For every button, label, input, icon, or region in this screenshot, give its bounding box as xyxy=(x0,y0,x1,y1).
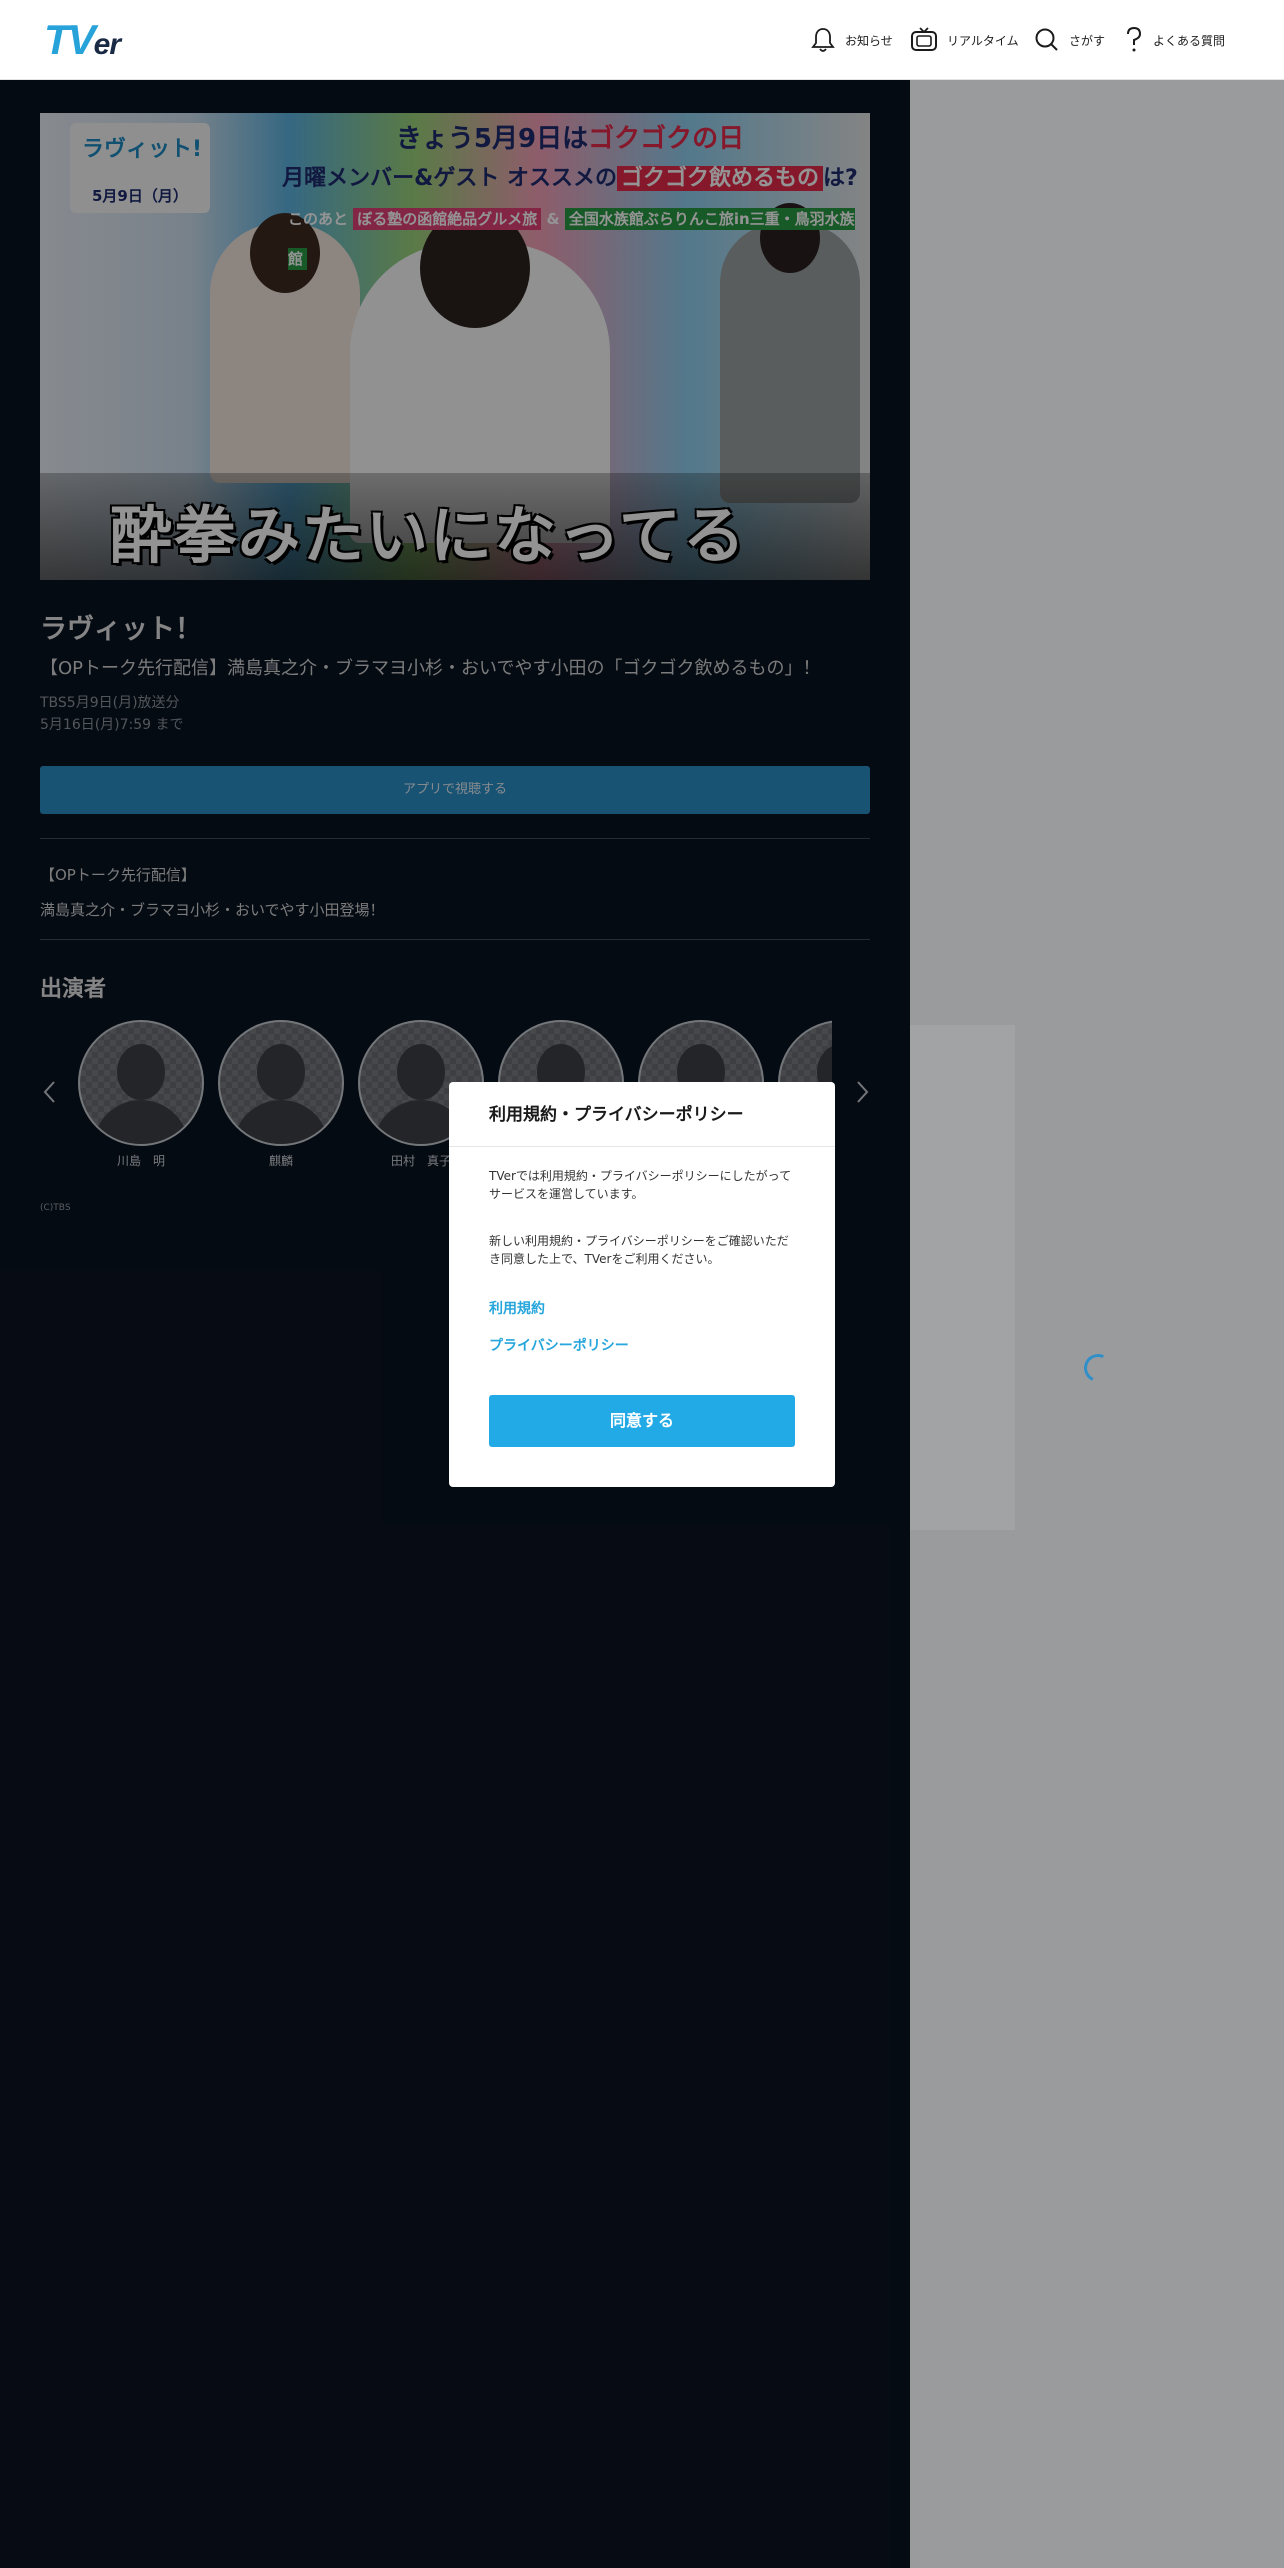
nav-search[interactable]: さがす xyxy=(1034,0,1105,80)
modal-text: 新しい利用規約・プライバシーポリシーをご確認いただき同意した上で、TVerをご利… xyxy=(489,1234,789,1266)
nav-notifications[interactable]: お知らせ xyxy=(810,0,893,80)
nav-faq[interactable]: よくある質問 xyxy=(1124,0,1225,80)
tv-icon xyxy=(910,26,938,54)
bell-icon xyxy=(810,26,836,54)
divider xyxy=(40,838,870,839)
chevron-right-icon xyxy=(857,1081,869,1103)
logo-main: TV xyxy=(44,16,96,63)
cast-name: 川島 明 xyxy=(116,1154,165,1168)
thumbnail-banner: きょう5月9日はゴクゴクの日 月曜メンバー&ゲスト オススメの ゴクゴク飲めるもの… xyxy=(280,119,860,270)
nav-label: お知らせ xyxy=(845,33,893,48)
broadcast-info: TBS5月9日(月)放送分 xyxy=(40,695,180,711)
banner-text: きょう5月9日は xyxy=(395,124,589,154)
show-logo: ラヴィット! 5月9日（月） xyxy=(70,123,210,213)
logo-tail: er xyxy=(93,28,121,61)
banner-text: 月曜メンバー&ゲスト オススメの xyxy=(282,166,618,191)
banner-text: は? xyxy=(823,166,858,191)
divider xyxy=(40,939,870,940)
banner-text: & xyxy=(546,210,560,228)
nav-label: リアルタイム xyxy=(947,33,1019,48)
loading-spinner-icon xyxy=(1080,1350,1116,1386)
tver-logo[interactable]: TVer xyxy=(44,16,121,67)
banner-text: ゴクゴク飲めるもの xyxy=(617,166,824,191)
search-icon xyxy=(1034,26,1060,54)
copyright: (C)TBS xyxy=(40,1203,71,1213)
nav-label: さがす xyxy=(1069,33,1106,48)
terms-modal: 利用規約・プライバシーポリシー TVerでは利用規約・プライバシーポリシーにした… xyxy=(449,1082,835,1487)
caption-text: 酔拳みたいになってる xyxy=(110,499,747,572)
show-logo-text: ラヴィット! xyxy=(82,137,203,162)
watch-in-app-button[interactable]: アプリで視聴する xyxy=(40,766,870,814)
avatar-placeholder-icon xyxy=(78,1020,204,1146)
cast-name: 麒麟 xyxy=(268,1154,293,1168)
modal-divider xyxy=(449,1146,835,1147)
avatar-placeholder-icon xyxy=(218,1020,344,1146)
side-placeholder xyxy=(910,1025,1015,1530)
question-icon xyxy=(1124,25,1144,55)
nav-label: よくある質問 xyxy=(1153,33,1226,48)
agree-button[interactable]: 同意する xyxy=(489,1395,795,1447)
header: TVer お知らせ リアルタイム さがす よくある質問 xyxy=(0,0,1284,80)
chevron-left-icon xyxy=(43,1081,55,1103)
show-title[interactable]: ラヴィット！ xyxy=(40,607,202,646)
episode-thumbnail[interactable]: ラヴィット! 5月9日（月） きょう5月9日はゴクゴクの日 月曜メンバー&ゲスト… xyxy=(40,113,870,580)
cast-prev-button[interactable] xyxy=(38,1072,62,1112)
thumbnail-caption: 酔拳みたいになってる xyxy=(40,473,870,580)
privacy-policy-link[interactable]: プライバシーポリシー xyxy=(489,1335,629,1355)
show-date: 5月9日（月） xyxy=(92,187,188,205)
terms-link[interactable]: 利用規約 xyxy=(489,1298,545,1318)
episode-title: 【OPトーク先行配信】満島真之介・ブラマヨ小杉・おいでやす小田の「ゴクゴク飲める… xyxy=(40,658,821,679)
cast-card[interactable]: 川島 明 xyxy=(78,1020,204,1169)
description-line: 満島真之介・ブラマヨ小杉・おいでやす小田登場！ xyxy=(40,901,385,919)
cast-heading: 出演者 xyxy=(40,977,107,1002)
cast-card[interactable]: 麒麟 xyxy=(218,1020,344,1169)
cast-next-button[interactable] xyxy=(850,1072,874,1112)
expiry-info: 5月16日(月)7:59 まで xyxy=(40,717,184,733)
nav-realtime[interactable]: リアルタイム xyxy=(910,0,1019,80)
description-line: 【OPトーク先行配信】 xyxy=(40,866,196,884)
banner-text: ぼる塾の函館絶品グルメ旅 xyxy=(353,208,542,230)
modal-text: TVerでは利用規約・プライバシーポリシーにしたがってサービスを運営しています。 xyxy=(489,1169,792,1201)
banner-text: ゴクゴクの日 xyxy=(588,124,745,154)
modal-title: 利用規約・プライバシーポリシー xyxy=(489,1105,744,1125)
banner-text: このあと xyxy=(288,210,349,228)
